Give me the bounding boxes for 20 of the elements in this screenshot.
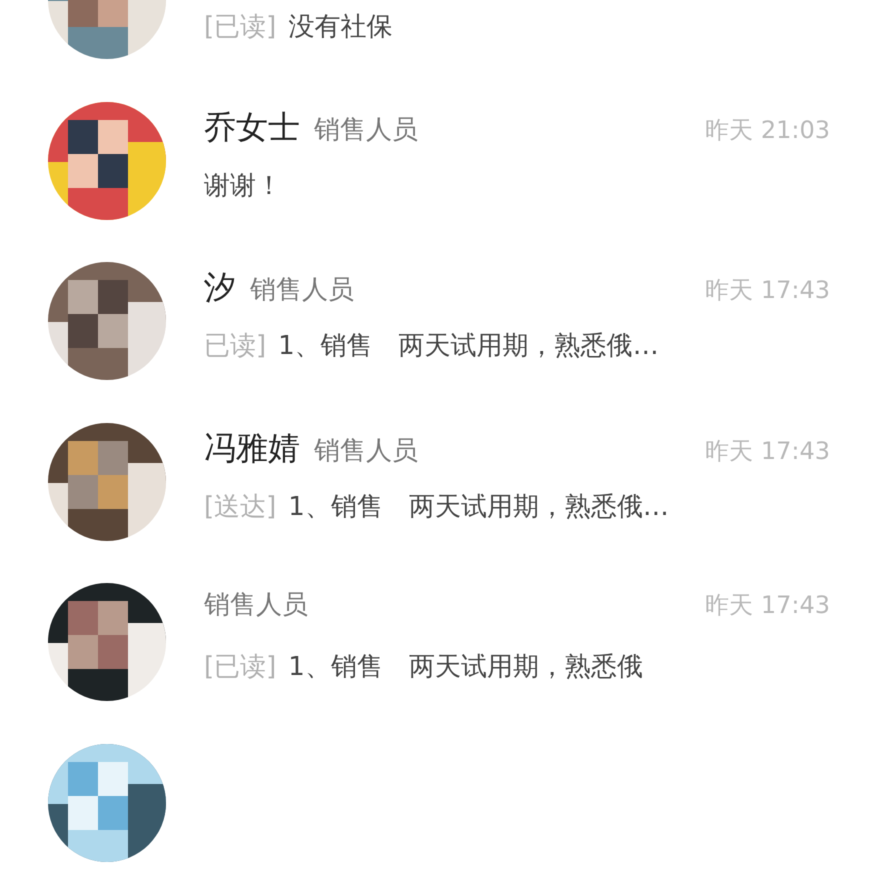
timestamp: 昨天 17:43 — [705, 436, 830, 466]
read-status: [送达] — [204, 490, 276, 524]
read-status: [已读] — [204, 11, 276, 44]
contact-name: 汐 — [204, 267, 236, 308]
contact-name: 乔女士 — [204, 106, 300, 148]
message-preview: 没有社保 — [288, 11, 392, 44]
message-preview: 谢谢！ — [204, 170, 282, 202]
role-label: 销售人员 — [314, 434, 418, 468]
message-preview: 1、销售 两天试用期，熟悉俄… — [288, 490, 669, 524]
message-preview: 1、销售 两天试用期，熟悉俄… — [278, 330, 659, 363]
role-label: 销售人员 — [314, 114, 418, 146]
timestamp: 昨天 17:43 — [705, 275, 830, 306]
role-label: 销售人员 — [204, 589, 308, 622]
read-status: [已读] — [204, 651, 276, 684]
read-status: 已读] — [204, 330, 266, 363]
message-preview: 1、销售 两天试用期，熟悉俄 — [288, 651, 643, 684]
timestamp: 昨天 17:43 — [705, 590, 830, 621]
contact-name: 冯雅婧 — [204, 428, 300, 468]
timestamp: 昨天 21:03 — [705, 114, 830, 146]
role-label: 销售人员 — [250, 274, 354, 307]
